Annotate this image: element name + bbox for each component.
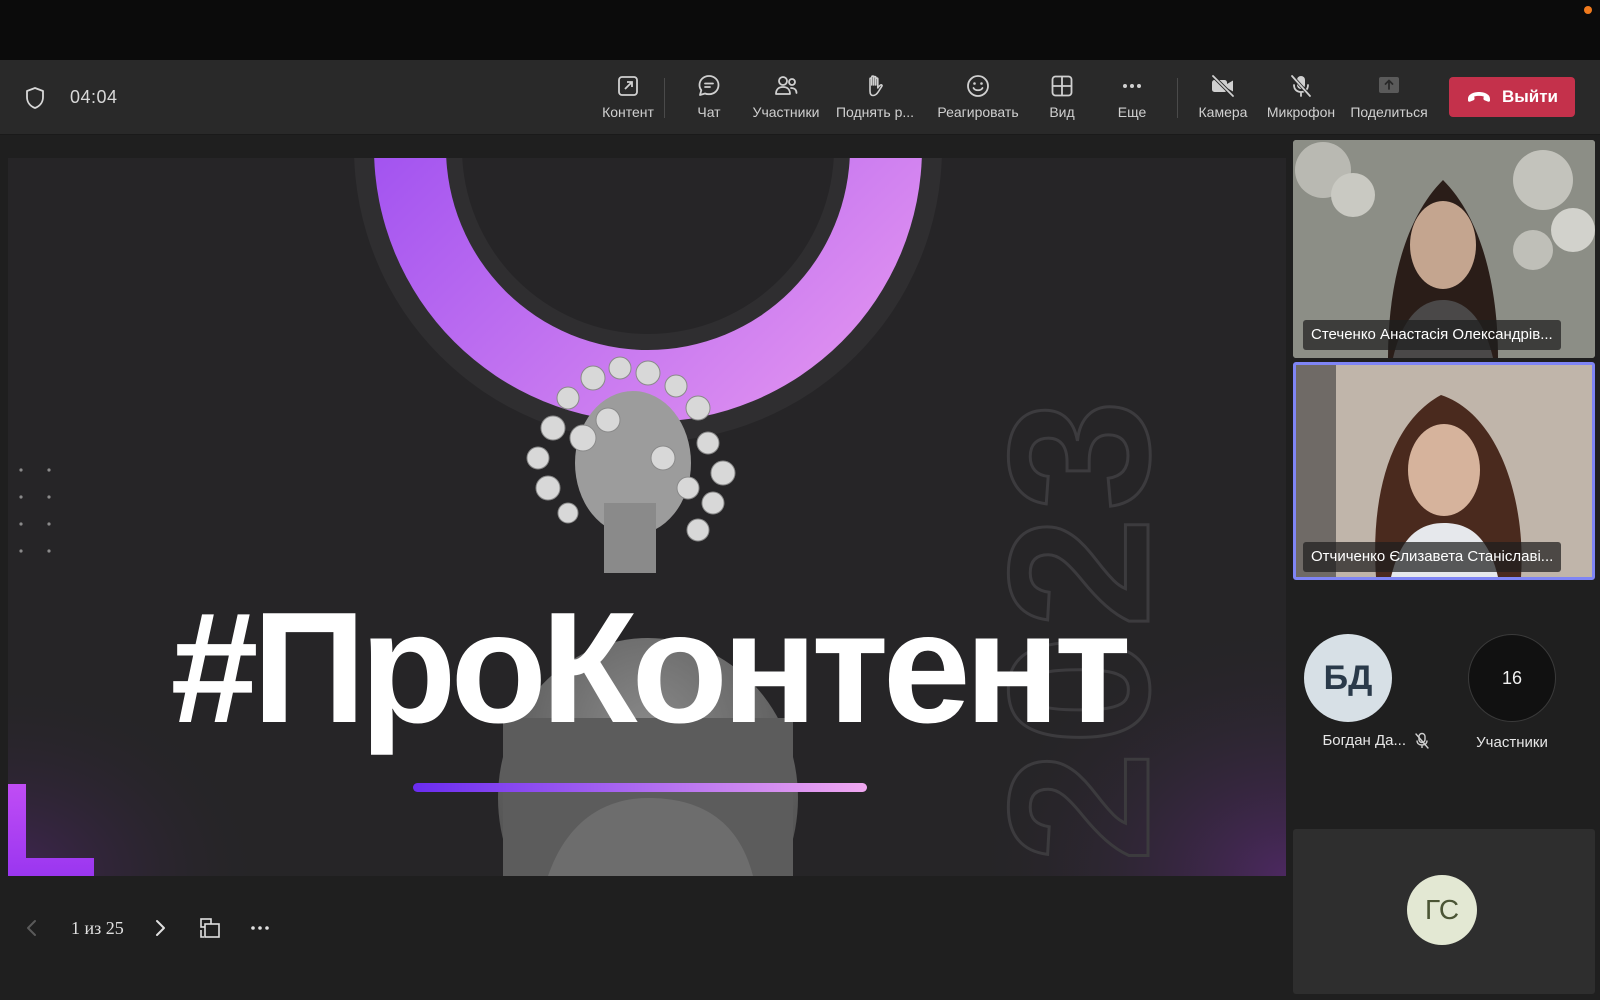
camera-off-icon bbox=[1211, 74, 1235, 98]
more-button[interactable]: Еще bbox=[1112, 72, 1152, 126]
raise-hand-button-label: Поднять р... bbox=[835, 104, 915, 120]
participant-name: Богдан Да... bbox=[1322, 732, 1406, 749]
camera-button-label: Камера bbox=[1198, 104, 1248, 120]
slide-page-indicator: 1 из 25 bbox=[71, 918, 124, 938]
emoji-icon bbox=[967, 75, 989, 97]
next-slide-button[interactable] bbox=[140, 908, 180, 948]
participants-pane: Стеченко Анастасія Олександрів... Отчиче… bbox=[1290, 136, 1600, 1000]
meeting-toolbar: 04:04 Контент Чат Участники Поднять р...… bbox=[0, 60, 1600, 135]
share-button-label: Поделиться bbox=[1350, 104, 1428, 120]
meeting-timer: 04:04 bbox=[70, 87, 118, 107]
shield-icon[interactable] bbox=[24, 86, 46, 110]
share-icon bbox=[1379, 77, 1399, 93]
slide-more-button[interactable] bbox=[240, 908, 280, 948]
shared-content-stage: 2023 #ПроКонтент 1 из 25 bbox=[0, 136, 1290, 1000]
slides-overview-icon bbox=[200, 918, 220, 938]
participant-name: Стеченко Анастасія Олександрів... bbox=[1303, 320, 1561, 350]
raise-hand-icon bbox=[869, 75, 883, 97]
mic-off-icon bbox=[1415, 732, 1429, 749]
raise-hand-button[interactable]: Поднять р... bbox=[832, 72, 918, 126]
slide-controls: 1 из 25 bbox=[0, 896, 1290, 966]
people-icon bbox=[775, 76, 798, 95]
window-title-bar bbox=[0, 0, 1600, 60]
camera-button[interactable]: Камера bbox=[1195, 72, 1251, 126]
chevron-left-icon bbox=[27, 920, 36, 936]
slide-artwork: 2023 #ПроКонтент bbox=[8, 158, 1286, 876]
toolbar-divider bbox=[1177, 78, 1178, 118]
chat-icon bbox=[698, 75, 720, 96]
participants-count-label: Участники bbox=[1476, 734, 1548, 751]
leave-button-label: Выйти bbox=[1501, 87, 1559, 106]
grid-icon bbox=[1051, 75, 1073, 97]
status-dot bbox=[1584, 6, 1592, 14]
content-button-label: Контент bbox=[602, 104, 654, 120]
participant-tile[interactable]: ГС bbox=[1293, 829, 1595, 994]
content-button[interactable]: Контент bbox=[590, 72, 666, 126]
leave-button[interactable]: Выйти bbox=[1449, 77, 1575, 117]
previous-slide-button[interactable] bbox=[12, 908, 52, 948]
participants-button[interactable]: Участники bbox=[748, 72, 824, 126]
avatar[interactable]: БД bbox=[1304, 634, 1392, 722]
slide-title: #ПроКонтент bbox=[171, 580, 1128, 756]
view-button[interactable]: Вид bbox=[1042, 72, 1082, 126]
participant-name: Отчиченко Єлизавета Станіславі... bbox=[1303, 542, 1562, 572]
react-button[interactable]: Реагировать bbox=[932, 72, 1024, 126]
share-button[interactable]: Поделиться bbox=[1347, 72, 1431, 126]
slide-overview-button[interactable] bbox=[190, 908, 230, 948]
chat-button[interactable]: Чат bbox=[689, 72, 729, 126]
mic-off-icon bbox=[1290, 74, 1312, 98]
avatar: ГС bbox=[1407, 875, 1477, 945]
participants-count-button[interactable]: 16 bbox=[1468, 634, 1556, 722]
chat-button-label: Чат bbox=[697, 104, 721, 120]
view-button-label: Вид bbox=[1049, 104, 1075, 120]
more-icon bbox=[251, 926, 269, 930]
presentation-slide: 2023 #ПроКонтент bbox=[8, 158, 1286, 876]
share-tray-icon bbox=[618, 76, 638, 96]
react-button-label: Реагировать bbox=[937, 104, 1019, 120]
hang-up-icon bbox=[1467, 92, 1490, 102]
toolbar-divider bbox=[664, 78, 665, 118]
chevron-right-icon bbox=[156, 920, 165, 936]
more-icon bbox=[1123, 84, 1141, 88]
more-button-label: Еще bbox=[1117, 104, 1147, 120]
microphone-button[interactable]: Микрофон bbox=[1263, 72, 1339, 126]
slide-underline bbox=[413, 783, 867, 792]
video-tile[interactable]: Стеченко Анастасія Олександрів... bbox=[1293, 140, 1595, 358]
microphone-button-label: Микрофон bbox=[1266, 104, 1336, 120]
video-tile-active-speaker[interactable]: Отчиченко Єлизавета Станіславі... bbox=[1293, 362, 1595, 580]
participants-button-label: Участники bbox=[752, 104, 820, 120]
